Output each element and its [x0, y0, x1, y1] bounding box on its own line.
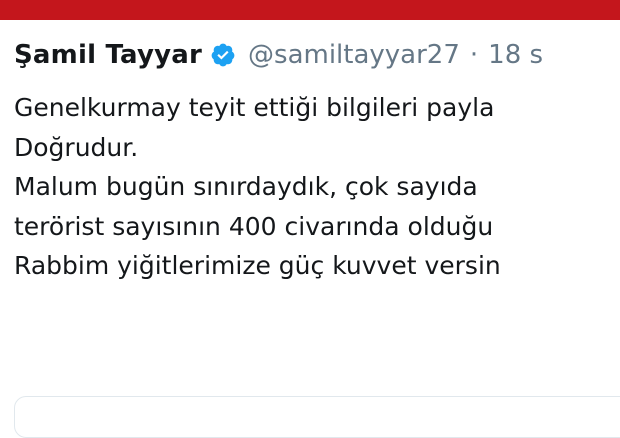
tweet-text: Genelkurmay teyit ettiği bilgileri payla… [14, 88, 620, 286]
header-separator: · [469, 40, 479, 70]
tweet-text-line: Doğrudur. [14, 132, 139, 162]
tweet-text-line: terörist sayısının 400 civarında olduğu [14, 211, 494, 241]
author-display-name[interactable]: Şamil Tayyar [14, 40, 202, 70]
tweet-text-line: Genelkurmay teyit ettiği bilgileri payla [14, 93, 495, 122]
tweet-text-line: Malum bugün sınırdaydık, çok sayıda [14, 172, 478, 201]
top-header-bar [0, 0, 620, 20]
tweet-timestamp[interactable]: 18 s [488, 40, 543, 70]
tweet-text-line: Rabbim yiğitlerimize güç kuvvet versin [14, 251, 501, 280]
verified-badge-icon [210, 42, 236, 68]
embedded-card[interactable] [14, 396, 620, 438]
tweet-header: Şamil Tayyar @samiltayyar27 · 18 s [14, 40, 543, 70]
author-handle[interactable]: @samiltayyar27 [248, 40, 460, 70]
